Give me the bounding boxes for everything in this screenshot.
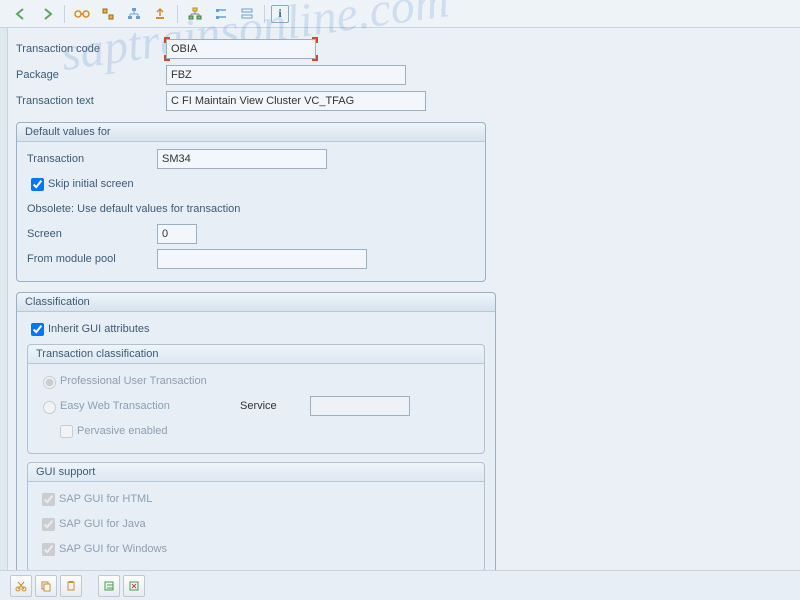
toolbar: i — [0, 0, 800, 28]
splitter-bar[interactable] — [0, 28, 8, 570]
gui-win-label: SAP GUI for Windows — [59, 543, 167, 555]
toolbar-sep — [264, 5, 265, 23]
service-input — [310, 396, 410, 416]
ttext-input[interactable] — [166, 91, 426, 111]
default-values-group: Default values for Transaction Skip init… — [16, 122, 486, 282]
gui-win-checkbox — [42, 543, 55, 556]
toolbar-sep — [177, 5, 178, 23]
toolbar-sep — [64, 5, 65, 23]
inherit-label: Inherit GUI attributes — [48, 323, 150, 335]
cut-icon[interactable] — [10, 575, 32, 597]
footer-toolbar — [0, 570, 800, 600]
info-icon[interactable]: i — [271, 5, 289, 23]
delete-icon[interactable] — [123, 575, 145, 597]
marker-bl — [164, 55, 170, 61]
pervasive-label: Pervasive enabled — [77, 425, 168, 437]
ttext-label: Transaction text — [16, 95, 166, 107]
pervasive-checkbox — [60, 425, 73, 438]
tcode-wrap — [166, 39, 316, 59]
tc-title: Transaction classification — [28, 345, 484, 364]
export-icon[interactable] — [149, 3, 171, 25]
nav-forward-icon[interactable] — [36, 3, 58, 25]
marker-tl — [164, 37, 170, 43]
package-label: Package — [16, 69, 166, 81]
content-area: Transaction code Package Transaction tex… — [0, 28, 800, 581]
service-label: Service — [240, 400, 310, 412]
classification-group: Classification Inherit GUI attributes Tr… — [16, 292, 496, 581]
display-object-icon[interactable] — [97, 3, 119, 25]
tree3-icon[interactable] — [236, 3, 258, 25]
marker-tr — [312, 37, 318, 43]
module-pool-label: From module pool — [27, 253, 157, 265]
hierarchy-icon[interactable] — [123, 3, 145, 25]
gui-title: GUI support — [28, 463, 484, 482]
inherit-checkbox[interactable] — [31, 323, 44, 336]
professional-radio — [43, 376, 56, 389]
gui-java-label: SAP GUI for Java — [59, 518, 146, 530]
transaction-input[interactable] — [157, 149, 327, 169]
tree1-icon[interactable] — [184, 3, 206, 25]
obsolete-text: Obsolete: Use default values for transac… — [27, 203, 240, 215]
screen-label: Screen — [27, 228, 157, 240]
gui-html-label: SAP GUI for HTML — [59, 493, 152, 505]
module-pool-input[interactable] — [157, 249, 367, 269]
classification-title: Classification — [17, 293, 495, 312]
gui-support-group: GUI support SAP GUI for HTML SAP GUI for… — [27, 462, 485, 572]
paste-icon[interactable] — [60, 575, 82, 597]
skip-initial-label: Skip initial screen — [48, 178, 134, 190]
screen-input[interactable] — [157, 224, 197, 244]
easy-web-label: Easy Web Transaction — [60, 400, 240, 412]
marker-br — [312, 55, 318, 61]
tcode-input[interactable] — [166, 39, 316, 59]
package-input[interactable] — [166, 65, 406, 85]
form-icon[interactable] — [98, 575, 120, 597]
easy-web-radio — [43, 401, 56, 414]
professional-label: Professional User Transaction — [60, 375, 207, 387]
gui-java-checkbox — [42, 518, 55, 531]
transaction-label: Transaction — [27, 153, 157, 165]
glasses-icon[interactable] — [71, 3, 93, 25]
skip-initial-checkbox[interactable] — [31, 178, 44, 191]
nav-back-icon[interactable] — [10, 3, 32, 25]
copy-icon[interactable] — [35, 575, 57, 597]
gui-html-checkbox — [42, 493, 55, 506]
transaction-classification-group: Transaction classification Professional … — [27, 344, 485, 454]
default-values-title: Default values for — [17, 123, 485, 142]
tcode-label: Transaction code — [16, 43, 166, 55]
tree2-icon[interactable] — [210, 3, 232, 25]
